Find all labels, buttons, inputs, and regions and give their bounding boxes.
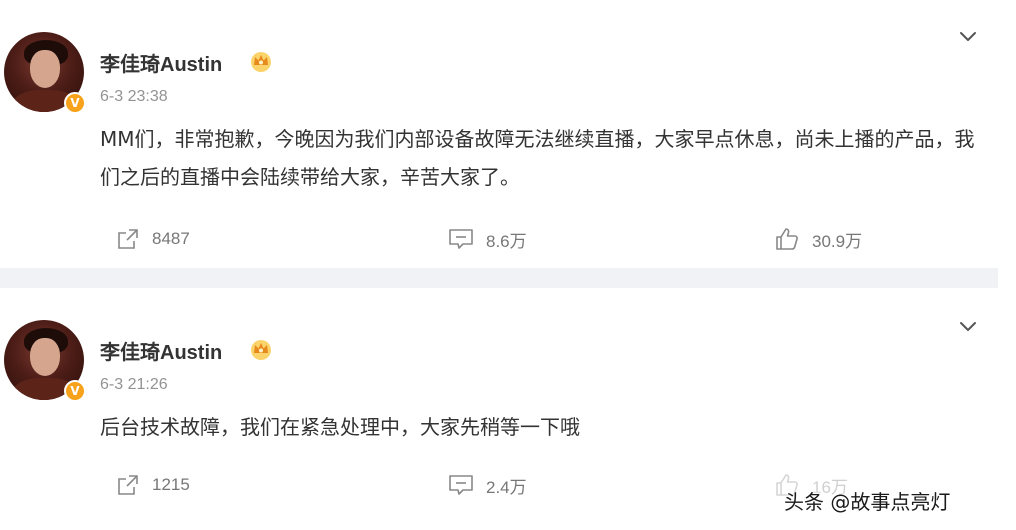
repost-count: 1215 bbox=[152, 475, 190, 494]
chevron-down-icon[interactable] bbox=[958, 316, 978, 336]
verified-badge-icon: V bbox=[64, 380, 86, 402]
verified-badge-icon: V bbox=[64, 92, 86, 114]
like-count: 30.9万 bbox=[812, 231, 863, 251]
repost-button[interactable]: 8487 bbox=[116, 226, 190, 252]
comment-icon bbox=[449, 229, 473, 249]
comment-count: 8.6万 bbox=[486, 231, 527, 251]
post-timestamp[interactable]: 6-3 21:26 bbox=[100, 376, 168, 394]
post-timestamp[interactable]: 6-3 23:38 bbox=[100, 88, 168, 106]
post-text: 后台技术故障，我们在紧急处理中，大家先稍等一下哦 bbox=[100, 415, 580, 439]
thumbs-up-icon bbox=[776, 228, 798, 250]
share-icon bbox=[118, 475, 138, 495]
repost-count: 8487 bbox=[152, 229, 190, 248]
chevron-down-icon[interactable] bbox=[958, 26, 978, 46]
source-watermark: 头条 @故事点亮灯 bbox=[784, 490, 951, 514]
comment-count: 2.4万 bbox=[486, 477, 527, 497]
crown-icon bbox=[251, 340, 271, 360]
username[interactable]: 李佳琦Austin bbox=[100, 336, 222, 365]
username[interactable]: 李佳琦Austin bbox=[100, 48, 222, 77]
comment-button[interactable]: 2.4万 bbox=[448, 472, 527, 498]
share-icon bbox=[118, 229, 138, 249]
feed-post: V 李佳琦Austin 6-3 23:38 MM们，非常抱歉，今晚因为我们内部设… bbox=[0, 0, 1016, 268]
repost-button[interactable]: 1215 bbox=[116, 472, 190, 498]
comment-icon bbox=[449, 475, 473, 495]
post-divider bbox=[0, 268, 998, 288]
crown-icon bbox=[251, 52, 271, 72]
comment-button[interactable]: 8.6万 bbox=[448, 226, 527, 252]
like-button[interactable]: 30.9万 bbox=[774, 226, 862, 252]
post-text: MM们，非常抱歉，今晚因为我们内部设备故障无法继续直播，大家早点休息，尚未上播的… bbox=[100, 127, 975, 189]
